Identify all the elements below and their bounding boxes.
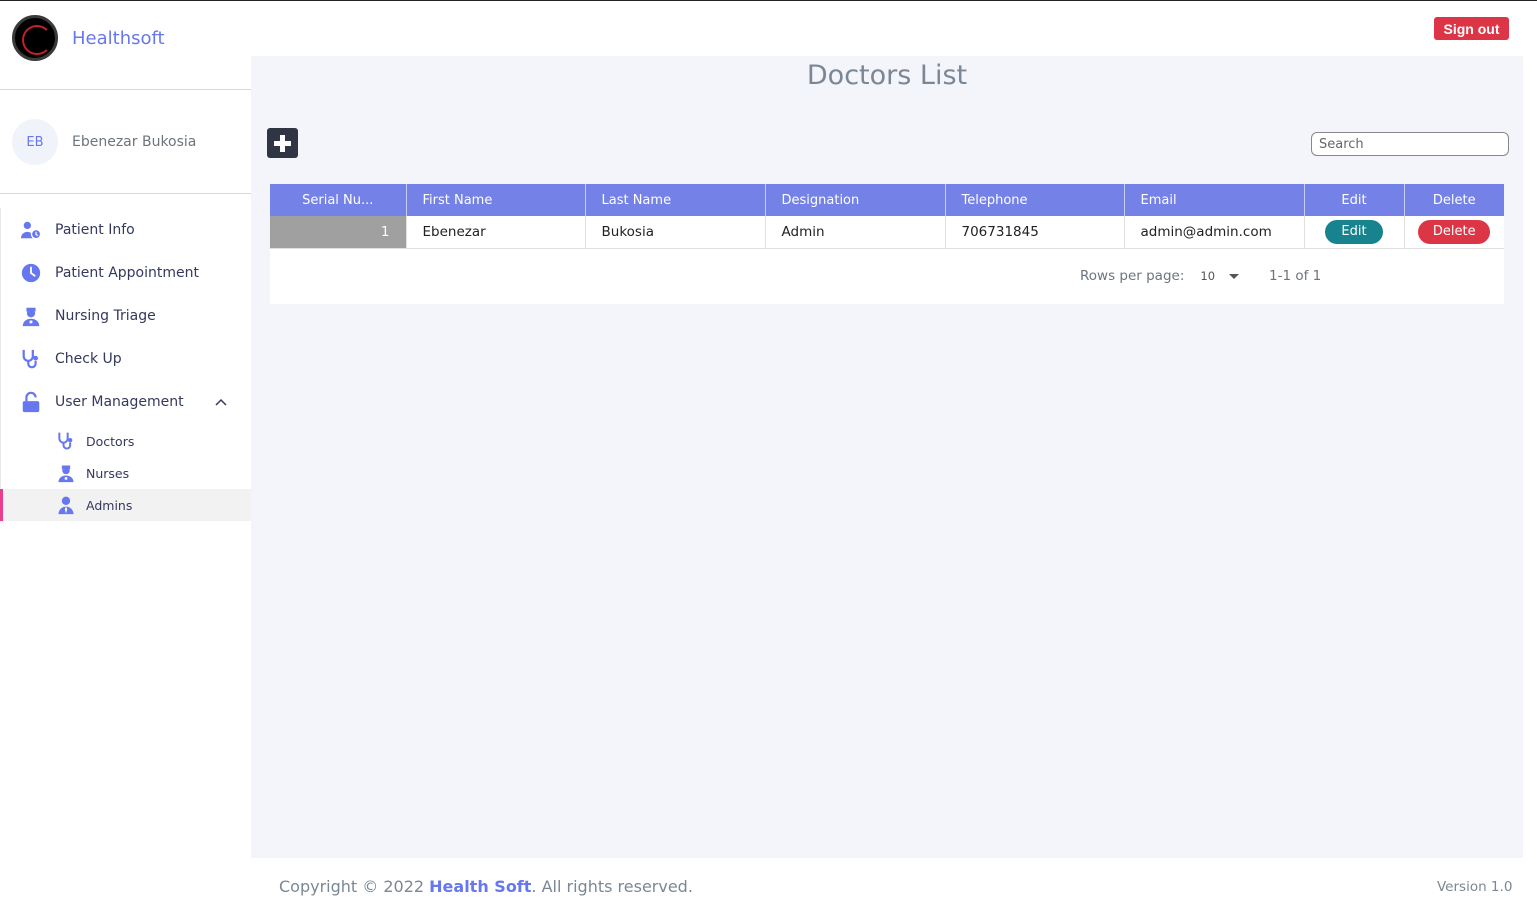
nurse-icon [58,465,74,483]
user-profile: EB Ebenezar Bukosia [12,119,196,165]
column-header[interactable]: Serial Nu... [270,184,407,216]
sidebar-item-patient-info[interactable]: Patient Info [20,215,240,245]
cell-telephone: 706731845 [945,216,1125,249]
table-header-row: Serial Nu... First Name Last Name Design… [270,184,1504,216]
sidebar-divider [0,89,251,90]
cell-edit: Edit [1304,216,1405,249]
column-header: Edit [1304,184,1405,216]
sidebar-item-patient-appointment[interactable]: Patient Appointment [20,258,240,288]
sidebar-item-label: User Management [55,394,184,410]
edit-button[interactable]: Edit [1325,219,1383,244]
user-tie-icon [58,496,74,515]
version-label: Version 1.0 [1437,879,1513,895]
cell-delete: Delete [1404,216,1504,249]
rows-per-page-label: Rows per page: [1080,268,1185,284]
unlock-icon [22,391,40,413]
column-header[interactable]: Telephone [945,184,1125,216]
delete-button[interactable]: Delete [1418,219,1491,244]
user-name: Ebenezar Bukosia [72,134,197,150]
sidebar-item-label: Check Up [55,351,122,367]
column-header: Delete [1404,184,1504,216]
brand-name: Healthsoft [72,27,165,49]
nurse-icon [22,307,40,327]
cell-first-name: Ebenezar [406,216,586,249]
sidebar-subitem-label: Nurses [86,465,130,481]
cell-email: admin@admin.com [1124,216,1305,249]
sidebar: Healthsoft EB Ebenezar Bukosia Patient I… [0,1,251,912]
sign-out-button[interactable]: Sign out [1434,17,1509,40]
main-content: Doctors List Serial Nu... First Name Las… [251,56,1523,858]
brand[interactable]: Healthsoft [12,15,165,61]
sidebar-subitem-label: Doctors [86,433,135,449]
healthsoft-logo-icon [12,15,58,61]
sidebar-item-user-management[interactable]: User Management [20,387,240,417]
user-clock-icon [20,221,42,240]
caret-down-icon [1229,273,1240,279]
column-header[interactable]: Email [1124,184,1305,216]
rows-per-page-value: 10 [1200,269,1216,283]
sidebar-item-label: Patient Appointment [55,265,199,281]
clock-icon [21,263,41,283]
cell-last-name: Bukosia [585,216,766,249]
cell-serial: 1 [270,216,407,249]
cell-designation: Admin [765,216,946,249]
pagination: Rows per page: 10 1-1 of 1 [1080,268,1321,284]
column-header[interactable]: Last Name [585,184,766,216]
chevron-up-icon[interactable] [214,395,228,409]
page-title: Doctors List [806,60,968,91]
sidebar-subitem-nurses[interactable]: Nurses [0,457,251,489]
add-doctor-button[interactable] [267,128,298,158]
column-header[interactable]: Designation [765,184,946,216]
sidebar-item-check-up[interactable]: Check Up [20,344,240,374]
page-range: 1-1 of 1 [1269,268,1322,284]
sidebar-subitem-label: Admins [86,497,133,513]
copyright-suffix: . All rights reserved. [531,877,693,896]
copyright-prefix: Copyright © 2022 [279,877,430,896]
sidebar-subitem-doctors[interactable]: Doctors [0,425,251,457]
footer-brand-link[interactable]: Health Soft [429,877,531,896]
sidebar-subitem-admins[interactable]: Admins [0,489,251,521]
doctors-table-card: Serial Nu... First Name Last Name Design… [270,184,1504,304]
stethoscope-icon [58,432,73,450]
sidebar-item-label: Patient Info [55,222,135,238]
table-row: 1 Ebenezar Bukosia Admin 706731845 admin… [270,216,1504,249]
rows-per-page-select[interactable]: 10 [1200,269,1240,283]
sidebar-divider [0,193,251,194]
sidebar-item-label: Nursing Triage [55,308,156,324]
stethoscope-icon [22,349,38,369]
column-header[interactable]: First Name [406,184,586,216]
search-input[interactable] [1311,132,1509,156]
footer-copyright: Copyright © 2022 Health Soft. All rights… [279,877,693,896]
doctors-table: Serial Nu... First Name Last Name Design… [270,184,1504,249]
avatar: EB [12,119,58,165]
sidebar-item-nursing-triage[interactable]: Nursing Triage [20,301,240,331]
